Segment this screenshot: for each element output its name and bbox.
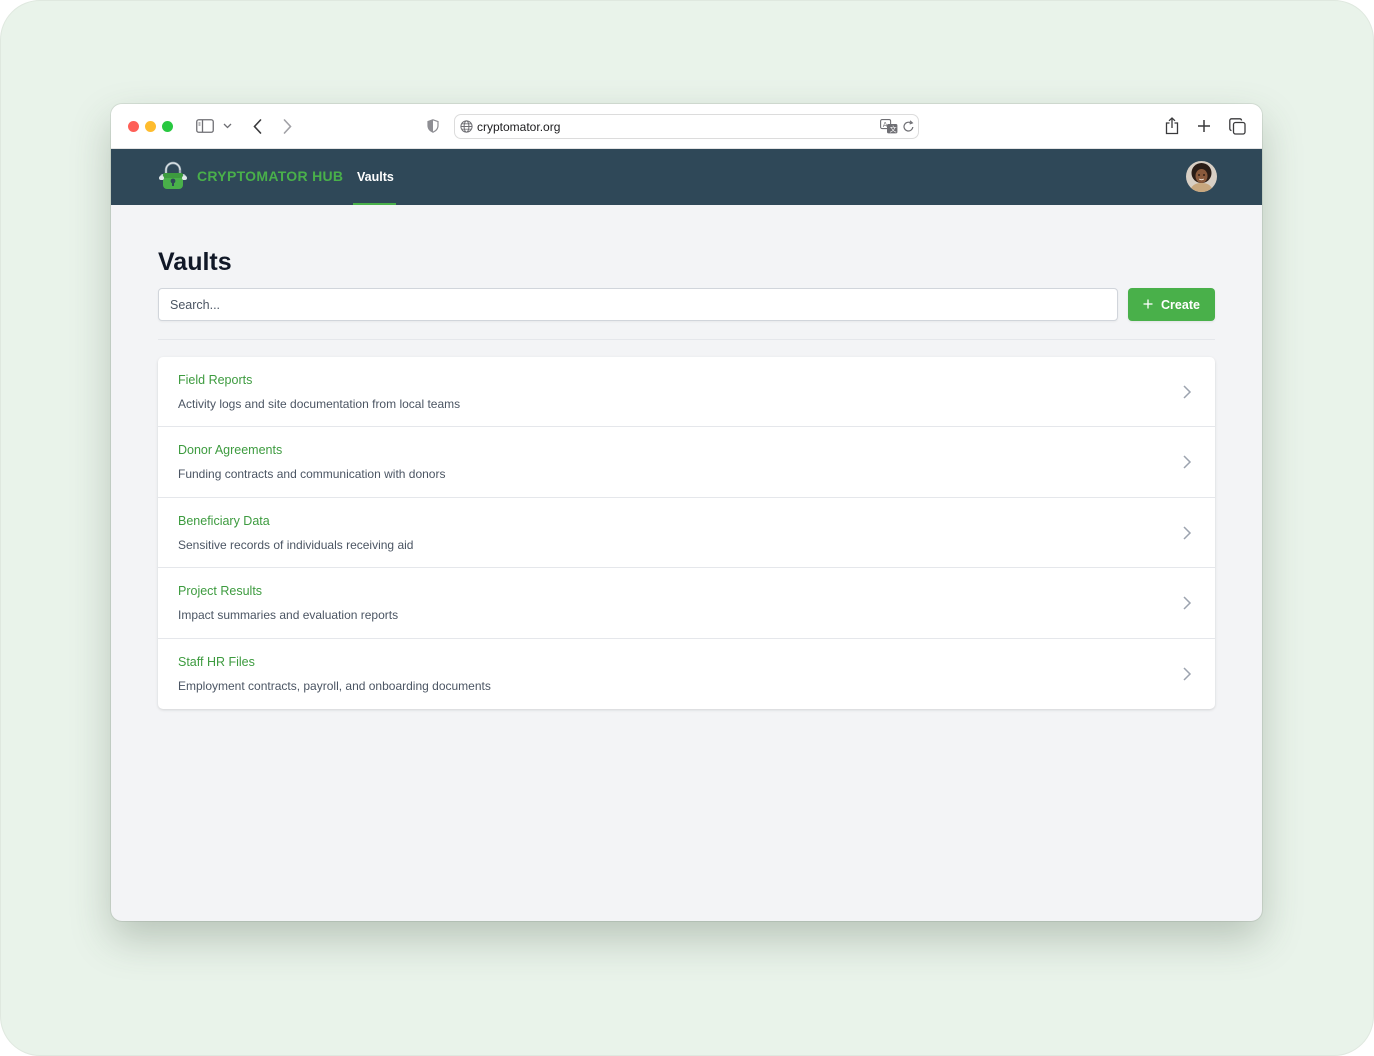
- divider: [158, 339, 1215, 340]
- browser-toolbar: cryptomator.org A文: [111, 104, 1262, 149]
- url-text: cryptomator.org: [477, 120, 561, 134]
- zoom-window-button[interactable]: [162, 121, 173, 132]
- vault-description: Employment contracts, payroll, and onboa…: [178, 678, 491, 693]
- vault-list-item[interactable]: Staff HR Files Employment contracts, pay…: [158, 639, 1215, 709]
- chevron-right-icon: [1181, 525, 1193, 541]
- globe-icon: [460, 120, 473, 133]
- sidebar-toggle-icon[interactable]: [195, 116, 215, 136]
- chevron-down-icon[interactable]: [221, 116, 233, 136]
- svg-text:A: A: [883, 121, 888, 129]
- chevron-right-icon: [1181, 454, 1193, 470]
- vault-list: Field Reports Activity logs and site doc…: [158, 357, 1215, 709]
- cryptomator-logo-icon[interactable]: [157, 160, 189, 192]
- svg-text:文: 文: [890, 125, 897, 134]
- vault-description: Sensitive records of individuals receivi…: [178, 537, 414, 552]
- back-icon[interactable]: [249, 116, 265, 136]
- nav-tab-label: Vaults: [357, 170, 394, 184]
- share-icon[interactable]: [1163, 116, 1181, 136]
- vault-list-item[interactable]: Project Results Impact summaries and eva…: [158, 568, 1215, 639]
- vault-name: Field Reports: [178, 373, 253, 387]
- create-button-label: Create: [1161, 297, 1200, 312]
- address-bar[interactable]: cryptomator.org A文: [454, 114, 919, 139]
- page-title: Vaults: [158, 248, 232, 276]
- vault-name: Beneficiary Data: [178, 513, 270, 528]
- vault-description: Activity logs and site documentation fro…: [178, 397, 461, 411]
- minimize-window-button[interactable]: [145, 121, 156, 132]
- search-input[interactable]: [158, 288, 1118, 321]
- chevron-right-icon: [1181, 666, 1193, 682]
- reload-icon[interactable]: [902, 120, 915, 133]
- vault-name: Staff HR Files: [178, 654, 255, 669]
- create-vault-button[interactable]: Create: [1128, 288, 1215, 321]
- vault-list-item[interactable]: Field Reports Activity logs and site doc…: [158, 357, 1215, 428]
- vault-list-item[interactable]: Beneficiary Data Sensitive records of in…: [158, 498, 1215, 569]
- vault-name: Project Results: [178, 584, 263, 599]
- close-window-button[interactable]: [128, 121, 139, 132]
- vault-name: Donor Agreements: [178, 443, 283, 458]
- chevron-right-icon: [1181, 384, 1193, 400]
- vault-description: Funding contracts and communication with…: [178, 467, 446, 482]
- nav-tab-vaults[interactable]: Vaults: [353, 149, 396, 205]
- privacy-shield-icon[interactable]: [425, 116, 441, 136]
- plus-icon: [1143, 298, 1153, 312]
- brand-name[interactable]: CRYPTOMATOR HUB: [197, 168, 343, 184]
- plus-icon[interactable]: [1196, 116, 1212, 136]
- user-avatar[interactable]: [1186, 161, 1217, 192]
- chevron-right-icon: [1181, 595, 1193, 611]
- vault-description: Impact summaries and evaluation reports: [178, 608, 399, 623]
- browser-window: cryptomator.org A文 CRYPTOMATOR HUB Vault…: [111, 104, 1262, 921]
- translate-icon[interactable]: A文: [880, 119, 898, 134]
- vault-list-item[interactable]: Donor Agreements Funding contracts and c…: [158, 427, 1215, 498]
- app-header: CRYPTOMATOR HUB Vaults: [111, 149, 1262, 205]
- forward-icon[interactable]: [279, 116, 295, 136]
- tab-overview-icon[interactable]: [1228, 116, 1246, 136]
